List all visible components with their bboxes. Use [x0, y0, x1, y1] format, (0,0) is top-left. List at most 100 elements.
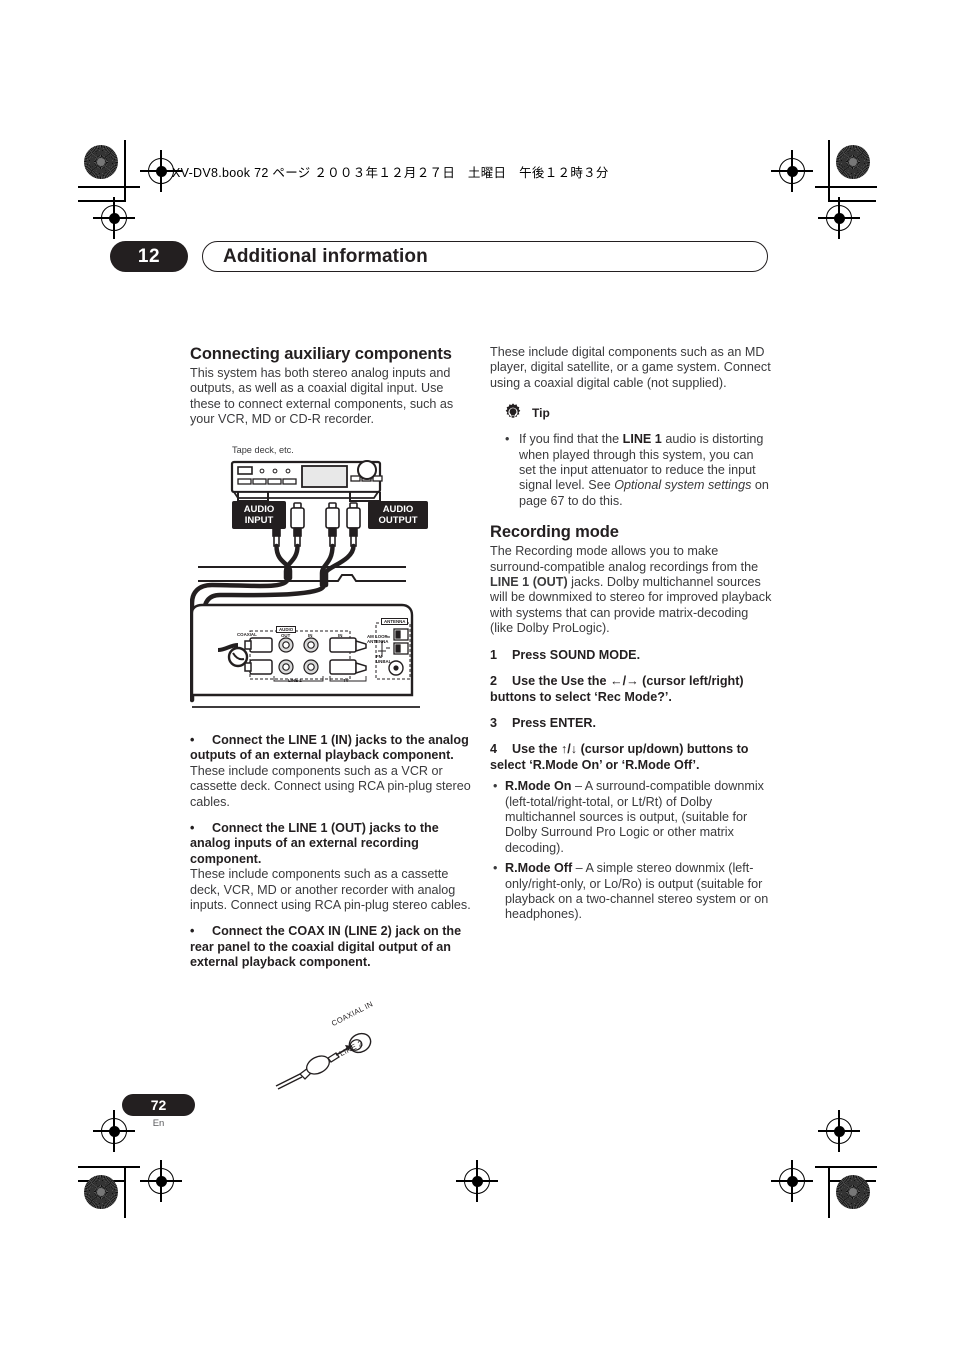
chapter-banner: 12 Additional information [110, 241, 768, 272]
crop-mark-top-right-h2 [828, 200, 876, 202]
rear-label-audio: AUDIO [276, 626, 297, 633]
rear-label-am-loop-antenna: AM LOOP ANTENNA [367, 634, 389, 644]
step-2-text: Use the Use the ←/→ (cursor left/right) … [490, 674, 744, 704]
crop-mark-bottom-left-v [124, 1166, 126, 1218]
step-2: 2 Use the Use the ←/→ (cursor left/right)… [490, 674, 773, 705]
bullet-line1-out-text: Connect the LINE 1 (OUT) jacks to the an… [190, 821, 439, 866]
crop-mark-top-left-v [124, 140, 126, 202]
mode-bullet-rmode-on-label: R.Mode On [505, 779, 572, 794]
rca-plug-2 [290, 502, 305, 547]
bullet-dot-icon: • [505, 432, 510, 447]
tip-bullet-line1-attenuator: • If you find that the LINE 1 audio is di… [502, 432, 773, 509]
registration-mark-left-upper [93, 197, 135, 239]
cable-bundle-lower [319, 543, 356, 588]
tip-text-part-1: If you find that the [519, 432, 623, 447]
bullet-dot-icon: • [190, 733, 195, 747]
tip-text-italic-optional-settings: Optional system settings [614, 478, 752, 493]
left-column-bullets: • Connect the LINE 1 (IN) jacks to the an… [190, 733, 473, 982]
tip-bullet-list: • If you find that the LINE 1 audio is di… [502, 432, 773, 509]
step-4-text: Use the ↑/↓ (cursor up/down) buttons to … [490, 742, 749, 772]
left-column-top: Connecting auxiliary components This sys… [190, 345, 473, 439]
bullet-dot-icon: • [190, 821, 195, 836]
connection-diagram: Tape deck, etc. AUDIO INPUT AUDIO OUTPUT… [190, 445, 473, 725]
step-1-text: Press SOUND MODE. [512, 647, 641, 662]
mode-bullet-rmode-off: • R.Mode Off – A simple stereo downmix (l… [490, 861, 773, 923]
bullet-dot-icon: • [190, 924, 195, 939]
right-column: These include digital components such as… [490, 345, 773, 928]
chapter-title-bar: Additional information [202, 241, 768, 272]
coax-plug-svg [275, 1032, 372, 1090]
star-target-bottom-left [84, 1175, 118, 1209]
step-3: 3 Press ENTER. [490, 716, 773, 731]
bullet-line1-out-body: These include components such as a casse… [190, 867, 471, 913]
star-target-bottom-right [836, 1175, 870, 1209]
page-number-badge: 72 [122, 1094, 195, 1116]
star-target-top-right [836, 145, 870, 179]
mode-bullet-rmode-off-label: R.Mode Off [505, 861, 573, 876]
print-filename-header: XV-DV8.book 72 ページ ２００３年１２月２７日 土曜日 午後１２時… [172, 166, 609, 180]
tape-deck-unit [230, 460, 383, 499]
rear-label-in-2: IN [338, 633, 343, 638]
step-1: 1 Press SOUND MODE. [490, 648, 773, 663]
section-heading-recording-mode: Recording mode [490, 523, 619, 542]
crop-mark-top-left-h [78, 186, 140, 188]
label-audio-input-line2: INPUT [244, 515, 274, 526]
bullet-line1-in: • Connect the LINE 1 (IN) jacks to the an… [190, 733, 473, 810]
recording-mode-intro: The Recording mode allows you to make su… [490, 544, 773, 636]
bullet-dot-icon: • [493, 779, 498, 794]
step-3-text: Press ENTER. [512, 715, 596, 730]
rear-label-out: OUT [281, 633, 291, 638]
label-audio-output-line1: AUDIO [382, 504, 414, 515]
registration-mark-right-lower [818, 1110, 860, 1152]
tip-label: Tip [532, 406, 550, 421]
crop-mark-bottom-right-h [815, 1166, 877, 1168]
intro-paragraph-left: This system has both stereo analog input… [190, 366, 454, 427]
rear-label-fm-unbal: FM UNBAL [376, 654, 392, 664]
tip-text-bold-line1: LINE 1 [622, 432, 662, 447]
registration-mark-top-right [771, 150, 813, 192]
rear-label-antenna: ANTENNA [381, 618, 409, 625]
label-audio-output-line2: OUTPUT [378, 515, 418, 526]
recording-mode-intro-part-1: The Recording mode allows you to make su… [490, 544, 759, 574]
bullet-line1-out-heading: • Connect the LINE 1 (OUT) jacks to the a… [190, 821, 473, 867]
intro-paragraph-right: These include digital components such as… [490, 345, 771, 390]
connection-diagram-svg [190, 460, 420, 708]
star-target-top-left [84, 145, 118, 179]
bullet-coax-in-heading: • Connect the COAX IN (LINE 2) jack on th… [190, 924, 473, 970]
bullet-coax-in: • Connect the COAX IN (LINE 2) jack on th… [190, 924, 473, 970]
label-audio-input-line1: AUDIO [243, 504, 275, 515]
section-heading-connecting-auxiliary: Connecting auxiliary components [190, 345, 452, 363]
recording-mode-intro-bold: LINE 1 (OUT) [490, 575, 568, 590]
bullet-line1-in-heading: • Connect the LINE 1 (IN) jacks to the an… [190, 733, 473, 764]
coax-plug-illustration: COAXIAL IN LINE 2 [272, 999, 402, 1098]
registration-mark-right-upper [818, 197, 860, 239]
rear-label-coaxial: COAXIAL [237, 632, 257, 637]
label-audio-output: AUDIO OUTPUT [368, 501, 428, 529]
step-3-number: 3 [490, 715, 498, 730]
rear-label-tv: TV [343, 678, 349, 683]
rca-plug-4 [346, 502, 361, 547]
bullet-coax-in-text: Connect the COAX IN (LINE 2) jack on the… [190, 924, 462, 970]
rear-label-line1: LINE 1 [288, 678, 302, 683]
bullet-line1-out: • Connect the LINE 1 (OUT) jacks to the a… [190, 821, 473, 913]
rear-label-in-1: IN [308, 633, 313, 638]
crop-mark-top-right-h [815, 186, 877, 188]
step-2-number: 2 [490, 674, 498, 689]
step-1-number: 1 [490, 647, 498, 662]
bullet-line1-in-text: Connect the LINE 1 (IN) jacks to the ana… [190, 733, 469, 763]
registration-mark-top-left [140, 150, 182, 192]
cable-bundle-upper [274, 543, 300, 581]
registration-mark-bottom-center [456, 1160, 498, 1202]
crop-mark-top-left-h2 [78, 200, 126, 202]
step-4-number: 4 [490, 742, 498, 757]
bullet-line1-in-body: These include components such as a VCR o… [190, 763, 471, 809]
crop-mark-top-right-v [828, 140, 830, 202]
tip-box: Tip • If you find that the LINE 1 audio i… [502, 402, 773, 509]
page-title: Additional information [223, 245, 428, 267]
page-language-code: En [152, 1118, 165, 1129]
mode-bullet-rmode-on: • R.Mode On – A surround-compatible downm… [490, 779, 773, 856]
step-4: 4 Use the ↑/↓ (cursor up/down) buttons to… [490, 742, 773, 773]
registration-mark-bottom-left [140, 1160, 182, 1202]
chapter-number-badge: 12 [110, 241, 188, 272]
tip-gear-bulb-icon [505, 403, 521, 419]
